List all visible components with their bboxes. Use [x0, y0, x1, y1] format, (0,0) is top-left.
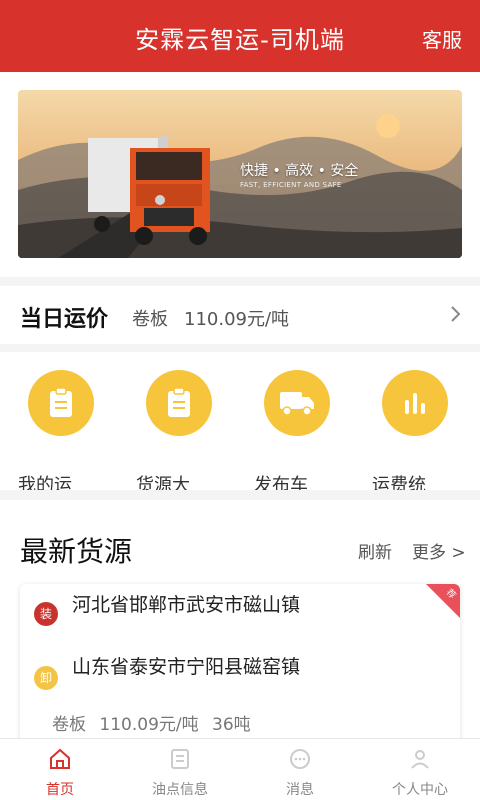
tab-oil-info[interactable]: 油点信息 [120, 739, 240, 800]
menu-item-my-orders[interactable]: 我的运 [8, 370, 118, 490]
tab-home[interactable]: 首页 [0, 739, 120, 800]
menu-label: 我的运 [18, 475, 72, 490]
tab-label: 个人中心 [392, 782, 448, 798]
unload-badge: 卸 [34, 666, 58, 690]
customer-service-button[interactable]: 客服 [422, 24, 462, 53]
person-icon [406, 745, 434, 773]
banner-slogan: 快捷 • 高效 • 安全 [240, 163, 359, 179]
list-icon [166, 745, 194, 773]
banner-slogan-en: FAST, EFFICIENT AND SAFE [240, 181, 342, 189]
bar-chart-icon [382, 370, 448, 436]
cargo-card[interactable]: 荐 装 河北省邯郸市武安市磁山镇 卸 山东省泰安市宁阳县磁窑镇 卷板 110.0… [20, 584, 460, 744]
unload-address: 山东省泰安市宁阳县磁窑镇 [72, 656, 301, 678]
banner-section: 快捷 • 高效 • 安全 FAST, EFFICIENT AND SAFE [0, 72, 480, 277]
section-title: 最新货源 [20, 535, 133, 568]
refresh-button[interactable]: 刷新 [358, 538, 392, 563]
cargo-meta: 卷板 110.09元/吨 36吨 [52, 710, 259, 735]
cargo-weight: 36吨 [212, 715, 251, 735]
daily-price-category: 卷板 [132, 309, 168, 330]
banner-carousel[interactable]: 快捷 • 高效 • 安全 FAST, EFFICIENT AND SAFE [18, 90, 462, 258]
daily-price-value: 110.09元/吨 [184, 309, 290, 330]
menu-item-publish-vehicle[interactable]: 发布车 [244, 370, 354, 490]
tab-label: 消息 [286, 782, 314, 798]
chevron-right-icon [450, 304, 462, 329]
message-icon [286, 745, 314, 773]
tab-profile[interactable]: 个人中心 [360, 739, 480, 800]
clipboard-icon [28, 370, 94, 436]
menu-item-cargo-hall[interactable]: 货源大 [126, 370, 236, 490]
app-header: 安霖云智运-司机端 客服 [0, 0, 480, 72]
daily-price-row[interactable]: 当日运价 卷板 110.09元/吨 [0, 286, 480, 344]
quick-menu: 我的运 货源大 发布车 运费统 [0, 352, 480, 490]
tab-label: 油点信息 [152, 782, 208, 798]
load-badge: 装 [34, 602, 58, 626]
bottom-tab-bar: 首页 油点信息 消息 个人中心 [0, 738, 480, 800]
home-icon [46, 745, 74, 773]
menu-label: 运费统 [372, 475, 426, 490]
latest-cargo-section: 最新货源 刷新 更多 > 荐 装 河北省邯郸市武安市磁山镇 卸 山东省泰安市宁阳… [0, 500, 480, 744]
truck-icon [264, 370, 330, 436]
clipboard-icon [146, 370, 212, 436]
tab-messages[interactable]: 消息 [240, 739, 360, 800]
tab-label: 首页 [46, 782, 74, 798]
more-button[interactable]: 更多 > [412, 538, 466, 563]
daily-price-label: 当日运价 [20, 307, 109, 332]
load-address: 河北省邯郸市武安市磁山镇 [72, 594, 301, 616]
menu-label: 发布车 [254, 475, 308, 490]
app-title: 安霖云智运-司机端 [135, 26, 345, 54]
cargo-price: 110.09元/吨 [99, 715, 199, 735]
menu-item-freight-stats[interactable]: 运费统 [362, 370, 472, 490]
cargo-type: 卷板 [52, 715, 86, 735]
menu-label: 货源大 [136, 475, 190, 490]
